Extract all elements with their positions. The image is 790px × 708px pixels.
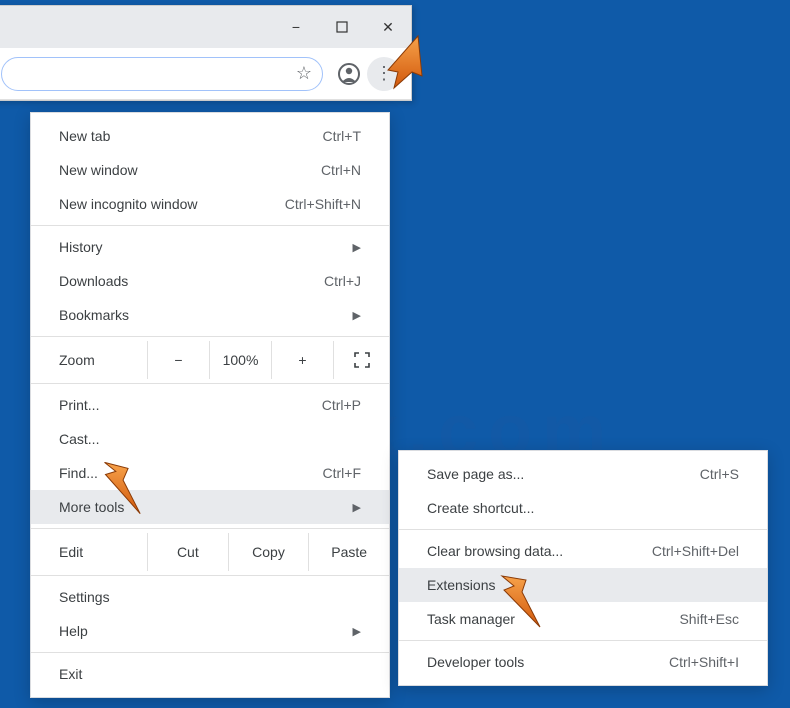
menu-separator <box>31 225 389 226</box>
menu-new-incognito[interactable]: New incognito window Ctrl+Shift+N <box>31 187 389 221</box>
bookmark-star-icon[interactable]: ☆ <box>296 63 312 84</box>
menu-item-shortcut: Ctrl+Shift+I <box>669 654 739 670</box>
kebab-icon: ⋮ <box>375 63 393 84</box>
menu-item-label: Save page as... <box>427 466 700 482</box>
menu-item-shortcut: Ctrl+F <box>323 465 362 481</box>
minimize-button[interactable]: − <box>273 6 319 48</box>
edit-cut-button[interactable]: Cut <box>147 533 228 571</box>
menu-help[interactable]: Help ▶ <box>31 614 389 648</box>
zoom-out-button[interactable]: − <box>147 341 209 379</box>
menu-separator <box>31 652 389 653</box>
menu-item-shortcut: Ctrl+J <box>324 273 361 289</box>
submenu-developer-tools[interactable]: Developer tools Ctrl+Shift+I <box>399 645 767 679</box>
menu-item-label: Help <box>59 623 345 639</box>
menu-item-shortcut: Ctrl+T <box>323 128 362 144</box>
menu-item-label: Task manager <box>427 611 679 627</box>
submenu-task-manager[interactable]: Task manager Shift+Esc <box>399 602 767 636</box>
profile-button[interactable] <box>335 60 363 88</box>
menu-new-window[interactable]: New window Ctrl+N <box>31 153 389 187</box>
menu-item-label: Exit <box>59 666 361 682</box>
menu-item-label: Downloads <box>59 273 324 289</box>
submenu-create-shortcut[interactable]: Create shortcut... <box>399 491 767 525</box>
menu-item-shortcut: Shift+Esc <box>679 611 739 627</box>
menu-item-label: Print... <box>59 397 322 413</box>
menu-print[interactable]: Print... Ctrl+P <box>31 388 389 422</box>
browser-window: − ✕ ☆ ⋮ <box>0 5 412 101</box>
fullscreen-button[interactable] <box>333 341 389 379</box>
menu-item-label: History <box>59 239 345 255</box>
menu-item-shortcut: Ctrl+N <box>321 162 361 178</box>
fullscreen-icon <box>354 352 370 368</box>
submenu-clear-browsing-data[interactable]: Clear browsing data... Ctrl+Shift+Del <box>399 534 767 568</box>
submenu-arrow-icon: ▶ <box>353 501 361 514</box>
submenu-save-page[interactable]: Save page as... Ctrl+S <box>399 457 767 491</box>
menu-item-label: Extensions <box>427 577 739 593</box>
maximize-button[interactable] <box>319 6 365 48</box>
maximize-icon <box>336 21 348 33</box>
menu-item-label: Clear browsing data... <box>427 543 652 559</box>
menu-find[interactable]: Find... Ctrl+F <box>31 456 389 490</box>
menu-history[interactable]: History ▶ <box>31 230 389 264</box>
menu-item-label: Cast... <box>59 431 361 447</box>
menu-item-label: Find... <box>59 465 323 481</box>
menu-item-label: Developer tools <box>427 654 669 670</box>
menu-downloads[interactable]: Downloads Ctrl+J <box>31 264 389 298</box>
toolbar-row: ☆ ⋮ <box>0 48 411 100</box>
menu-item-label: Create shortcut... <box>427 500 739 516</box>
menu-more-tools[interactable]: More tools ▶ <box>31 490 389 524</box>
menu-edit-row: Edit Cut Copy Paste <box>31 533 389 571</box>
menu-item-label: More tools <box>59 499 345 515</box>
window-titlebar: − ✕ <box>0 6 411 48</box>
submenu-arrow-icon: ▶ <box>353 625 361 638</box>
submenu-arrow-icon: ▶ <box>353 309 361 322</box>
edit-paste-button[interactable]: Paste <box>308 533 389 571</box>
menu-exit[interactable]: Exit <box>31 657 389 691</box>
menu-cast[interactable]: Cast... <box>31 422 389 456</box>
menu-separator <box>31 383 389 384</box>
menu-item-shortcut: Ctrl+S <box>700 466 739 482</box>
profile-icon <box>337 62 361 86</box>
menu-separator <box>399 529 767 530</box>
zoom-value: 100% <box>209 341 271 379</box>
close-button[interactable]: ✕ <box>365 6 411 48</box>
menu-item-label: Bookmarks <box>59 307 345 323</box>
menu-item-shortcut: Ctrl+Shift+N <box>285 196 361 212</box>
menu-separator <box>31 528 389 529</box>
submenu-arrow-icon: ▶ <box>353 241 361 254</box>
menu-new-tab[interactable]: New tab Ctrl+T <box>31 119 389 153</box>
zoom-label: Zoom <box>59 352 147 368</box>
edit-label: Edit <box>59 544 147 560</box>
more-tools-submenu: Save page as... Ctrl+S Create shortcut..… <box>398 450 768 686</box>
menu-item-shortcut: Ctrl+P <box>322 397 361 413</box>
menu-separator <box>399 640 767 641</box>
chrome-menu-button[interactable]: ⋮ <box>367 57 401 91</box>
chrome-main-menu: New tab Ctrl+T New window Ctrl+N New inc… <box>30 112 390 698</box>
submenu-extensions[interactable]: Extensions <box>399 568 767 602</box>
zoom-in-button[interactable]: + <box>271 341 333 379</box>
menu-item-label: Settings <box>59 589 361 605</box>
menu-bookmarks[interactable]: Bookmarks ▶ <box>31 298 389 332</box>
menu-item-label: New incognito window <box>59 196 285 212</box>
menu-separator <box>31 575 389 576</box>
menu-item-label: New tab <box>59 128 323 144</box>
menu-zoom-row: Zoom − 100% + <box>31 341 389 379</box>
menu-separator <box>31 336 389 337</box>
close-icon: ✕ <box>382 19 394 36</box>
omnibox[interactable]: ☆ <box>1 57 323 91</box>
minimize-icon: − <box>292 19 300 35</box>
menu-settings[interactable]: Settings <box>31 580 389 614</box>
menu-item-label: New window <box>59 162 321 178</box>
edit-copy-button[interactable]: Copy <box>228 533 309 571</box>
menu-item-shortcut: Ctrl+Shift+Del <box>652 543 739 559</box>
